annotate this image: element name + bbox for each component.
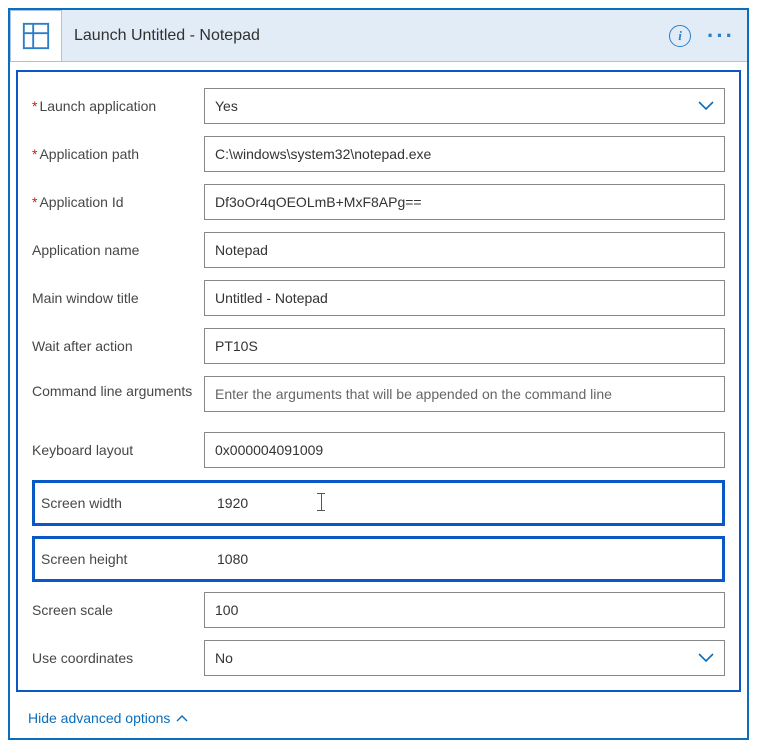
row-use-coordinates: Use coordinates No [32,640,725,676]
input-keyboard-layout[interactable] [204,432,725,468]
input-screen-height[interactable] [211,545,714,573]
launch-app-icon [21,21,51,51]
input-screen-width[interactable] [211,489,281,517]
row-main-window-title: Main window title [32,280,725,316]
action-card: Launch Untitled - Notepad i ··· *Launch … [8,8,749,740]
row-application-id: *Application Id [32,184,725,220]
label-main-window-title: Main window title [32,290,204,306]
chevron-down-icon [698,101,714,111]
row-keyboard-layout: Keyboard layout [32,432,725,468]
input-main-window-title[interactable] [204,280,725,316]
input-application-path[interactable] [204,136,725,172]
label-application-id: *Application Id [32,194,204,210]
input-application-id[interactable] [204,184,725,220]
row-wait-after-action: Wait after action [32,328,725,364]
chevron-down-icon [698,653,714,663]
body-inner: *Launch application Yes *Application pat… [16,70,741,692]
label-application-name: Application name [32,242,204,258]
label-keyboard-layout: Keyboard layout [32,442,204,458]
row-command-line-arguments: Command line arguments [32,376,725,420]
label-screen-width: Screen width [37,495,211,511]
row-application-name: Application name [32,232,725,268]
label-command-line-arguments: Command line arguments [32,382,204,400]
label-screen-scale: Screen scale [32,602,204,618]
text-cursor-icon [321,494,322,512]
row-screen-width: Screen width [32,480,725,526]
input-application-name[interactable] [204,232,725,268]
card-header: Launch Untitled - Notepad i ··· [10,10,747,62]
input-command-line-arguments[interactable] [204,376,725,412]
select-launch-application[interactable]: Yes [204,88,725,124]
card-footer: Hide advanced options [10,700,747,738]
label-screen-height: Screen height [37,551,211,567]
more-icon[interactable]: ··· [703,23,739,49]
card-title: Launch Untitled - Notepad [74,27,669,45]
app-icon [10,10,62,62]
row-launch-application: *Launch application Yes [32,88,725,124]
row-screen-height: Screen height [32,536,725,582]
input-wait-after-action[interactable] [204,328,725,364]
chevron-up-icon [176,714,188,722]
input-screen-scale[interactable] [204,592,725,628]
info-icon[interactable]: i [669,25,691,47]
row-application-path: *Application path [32,136,725,172]
label-launch-application: *Launch application [32,98,204,114]
header-actions: i ··· [669,23,739,49]
hide-advanced-options-link[interactable]: Hide advanced options [28,710,188,726]
label-wait-after-action: Wait after action [32,338,204,354]
row-screen-scale: Screen scale [32,592,725,628]
label-application-path: *Application path [32,146,204,162]
label-use-coordinates: Use coordinates [32,650,204,666]
select-use-coordinates[interactable]: No [204,640,725,676]
card-body: *Launch application Yes *Application pat… [10,62,747,700]
